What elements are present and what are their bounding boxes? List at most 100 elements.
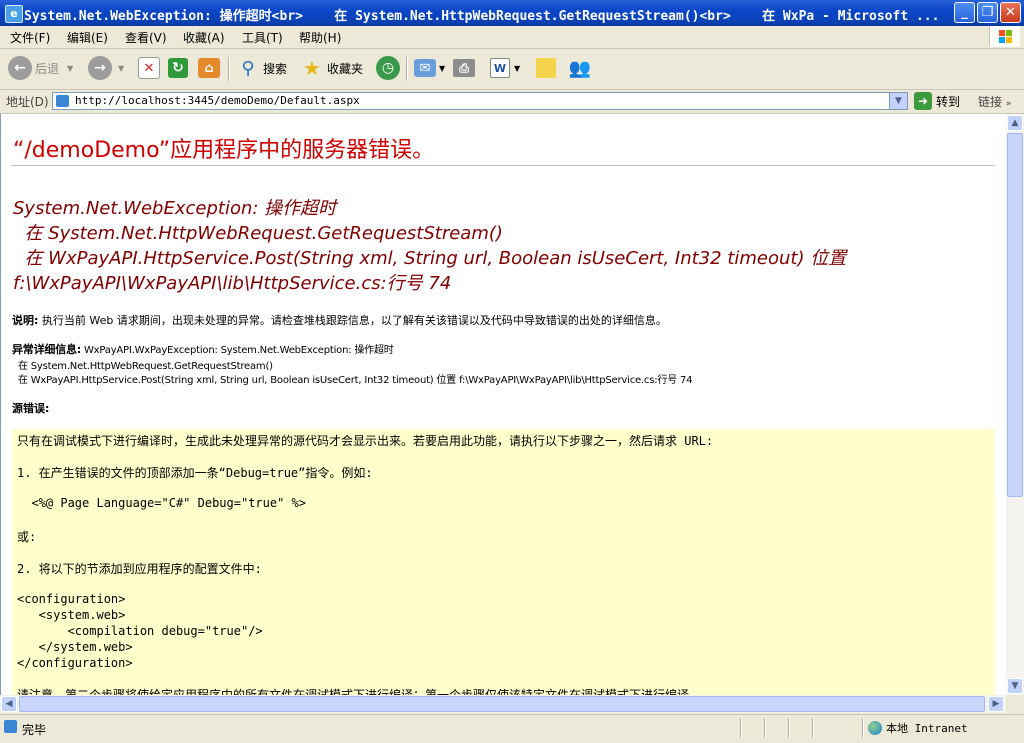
title-bar: e System.Net.WebException: 操作超时<br> 在 Sy… — [0, 0, 1024, 26]
vertical-scroll-thumb[interactable] — [1007, 133, 1023, 497]
menu-file[interactable]: 文件(F) — [10, 29, 50, 46]
toolbar-separator — [228, 57, 230, 81]
refresh-button[interactable]: ↻ — [168, 55, 188, 81]
description-text: 执行当前 Web 请求期间，出现未处理的异常。请检查堆栈跟踪信息，以了解有关该错… — [38, 314, 667, 327]
toolbar: ← 后退 ▼ → ▼ ✕ ↻ ⌂ ⚲ 搜索 ★ 收藏夹 ◷ ✉ ▼ ⎙ W ▼ … — [0, 49, 1024, 90]
discuss-button[interactable] — [536, 55, 556, 81]
home-icon: ⌂ — [198, 58, 220, 78]
menu-tools[interactable]: 工具(T) — [242, 29, 283, 46]
windows-logo-icon — [989, 26, 1020, 47]
code-line: <configuration> — [17, 592, 126, 606]
scroll-right-icon[interactable]: ▶ — [988, 696, 1004, 712]
exception-details: 异常详细信息: WxPayAPI.WxPayException: System.… — [12, 341, 394, 357]
messenger-icon: 👥 — [568, 57, 592, 79]
search-icon: ⚲ — [241, 57, 255, 79]
address-input[interactable]: http://localhost:3445/demoDemo/Default.a… — [52, 92, 908, 110]
description-label: 说明: — [12, 314, 39, 327]
exception-details-label: 异常详细信息: — [12, 343, 81, 356]
vertical-scrollbar[interactable]: ▲ ▼ — [1006, 114, 1024, 695]
exception-line: 在 System.Net.HttpWebRequest.GetRequestSt… — [13, 223, 503, 244]
horizontal-scrollbar[interactable]: ◀ ▶ — [0, 695, 1006, 713]
links-label: 链接 — [978, 95, 1003, 109]
mail-button[interactable]: ✉ ▼ — [414, 55, 445, 81]
restore-button[interactable]: ❐ — [977, 2, 998, 23]
status-divider — [740, 718, 742, 738]
stop-button[interactable]: ✕ — [138, 55, 160, 81]
exception-details-line: 在 WxPayAPI.HttpService.Post(String xml, … — [12, 375, 693, 386]
forward-button[interactable]: → ▼ — [88, 55, 124, 81]
search-label: 搜索 — [263, 61, 288, 76]
scroll-left-icon[interactable]: ◀ — [1, 696, 17, 712]
mail-icon: ✉ — [414, 59, 436, 77]
page-content: “/demoDemo”应用程序中的服务器错误。 System.Net.WebEx… — [0, 114, 1006, 695]
exception-details-text: WxPayAPI.WxPayException: System.Net.WebE… — [81, 345, 394, 356]
code-line: <compilation debug="true"/> — [17, 624, 263, 638]
status-divider — [862, 718, 864, 738]
edit-word-button[interactable]: W ▼ — [490, 55, 520, 81]
scroll-up-icon[interactable]: ▲ — [1007, 115, 1023, 131]
page-title: “/demoDemo”应用程序中的服务器错误。 — [13, 138, 435, 163]
search-button[interactable]: ⚲ 搜索 — [236, 55, 287, 81]
scroll-down-icon[interactable]: ▼ — [1007, 678, 1023, 694]
exception-line: System.Net.WebException: 操作超时 — [13, 198, 337, 219]
back-button[interactable]: ← 后退 ▼ — [8, 55, 73, 81]
intranet-globe-icon — [868, 721, 882, 735]
menu-help[interactable]: 帮助(H) — [299, 29, 341, 46]
code-line: <%@ Page Language="C#" Debug="true" %> — [17, 496, 306, 510]
favorites-label: 收藏夹 — [327, 61, 364, 76]
description: 说明: 执行当前 Web 请求期间，出现未处理的异常。请检查堆栈跟踪信息，以了解… — [12, 312, 667, 328]
go-arrow-icon: ➜ — [914, 92, 932, 110]
go-button[interactable]: ➜ 转到 — [914, 92, 960, 110]
status-divider — [788, 718, 790, 738]
printer-icon: ⎙ — [453, 59, 475, 77]
close-button[interactable]: ✕ — [1000, 2, 1021, 23]
address-bar: 地址(D) http://localhost:3445/demoDemo/Def… — [0, 90, 1024, 114]
links-button[interactable]: 链接 » — [978, 93, 1011, 110]
status-divider — [764, 718, 766, 738]
address-url[interactable]: http://localhost:3445/demoDemo/Default.a… — [75, 94, 360, 107]
menu-bar: 文件(F) 编辑(E) 查看(V) 收藏(A) 工具(T) 帮助(H) — [0, 26, 1024, 49]
back-label: 后退 — [35, 61, 60, 76]
address-dropdown-icon[interactable]: ▼ — [889, 93, 907, 109]
mail-dropdown-icon[interactable]: ▼ — [439, 64, 445, 73]
messenger-button[interactable]: 👥 — [568, 55, 592, 81]
print-button[interactable]: ⎙ — [453, 55, 475, 81]
note-icon — [536, 58, 556, 78]
exception-line: 在 WxPayAPI.HttpService.Post(String xml, … — [13, 248, 847, 269]
code-line: </configuration> — [17, 656, 133, 670]
code-line: </system.web> — [17, 640, 133, 654]
star-icon: ★ — [303, 56, 321, 80]
stop-icon: ✕ — [138, 57, 160, 79]
page-done-icon — [4, 720, 17, 733]
zone-label: 本地 Intranet — [886, 722, 968, 735]
favorites-button[interactable]: ★ 收藏夹 — [300, 55, 363, 81]
toolbar-separator — [406, 57, 408, 81]
source-code-box: 只有在调试模式下进行编译时，生成此未处理异常的源代码才会显示出来。若要启用此功能… — [12, 429, 995, 695]
exception-details-line: 在 System.Net.HttpWebRequest.GetRequestSt… — [12, 361, 273, 372]
minimize-button[interactable]: _ — [954, 2, 975, 23]
forward-dropdown-icon[interactable]: ▼ — [118, 64, 124, 73]
status-text: 完毕 — [22, 723, 47, 737]
code-line: 2. 将以下的节添加到应用程序的配置文件中: — [17, 562, 262, 576]
forward-arrow-icon: → — [88, 56, 112, 80]
code-line: 1. 在产生错误的文件的顶部添加一条“Debug=true”指令。例如: — [17, 466, 373, 480]
edit-dropdown-icon[interactable]: ▼ — [514, 64, 520, 73]
back-dropdown-icon[interactable]: ▼ — [67, 64, 73, 73]
security-zone[interactable]: 本地 Intranet — [868, 720, 968, 736]
links-chevron-icon: » — [1005, 99, 1012, 109]
divider — [11, 165, 995, 166]
menu-view[interactable]: 查看(V) — [125, 29, 167, 46]
history-icon: ◷ — [376, 56, 400, 80]
menu-favorites[interactable]: 收藏(A) — [183, 29, 225, 46]
menu-edit[interactable]: 编辑(E) — [67, 29, 108, 46]
history-button[interactable]: ◷ — [376, 55, 400, 81]
code-line: 只有在调试模式下进行编译时，生成此未处理异常的源代码才会显示出来。若要启用此功能… — [17, 434, 714, 448]
horizontal-scroll-thumb[interactable] — [19, 696, 985, 712]
page-icon — [56, 95, 69, 107]
window-title: System.Net.WebException: 操作超时<br> 在 Syst… — [24, 9, 940, 24]
source-error-label: 源错误: — [12, 402, 50, 415]
status-bar: 完毕 本地 Intranet — [0, 714, 1024, 743]
home-button[interactable]: ⌂ — [198, 55, 220, 81]
word-icon: W — [490, 58, 510, 78]
back-arrow-icon: ← — [8, 56, 32, 80]
